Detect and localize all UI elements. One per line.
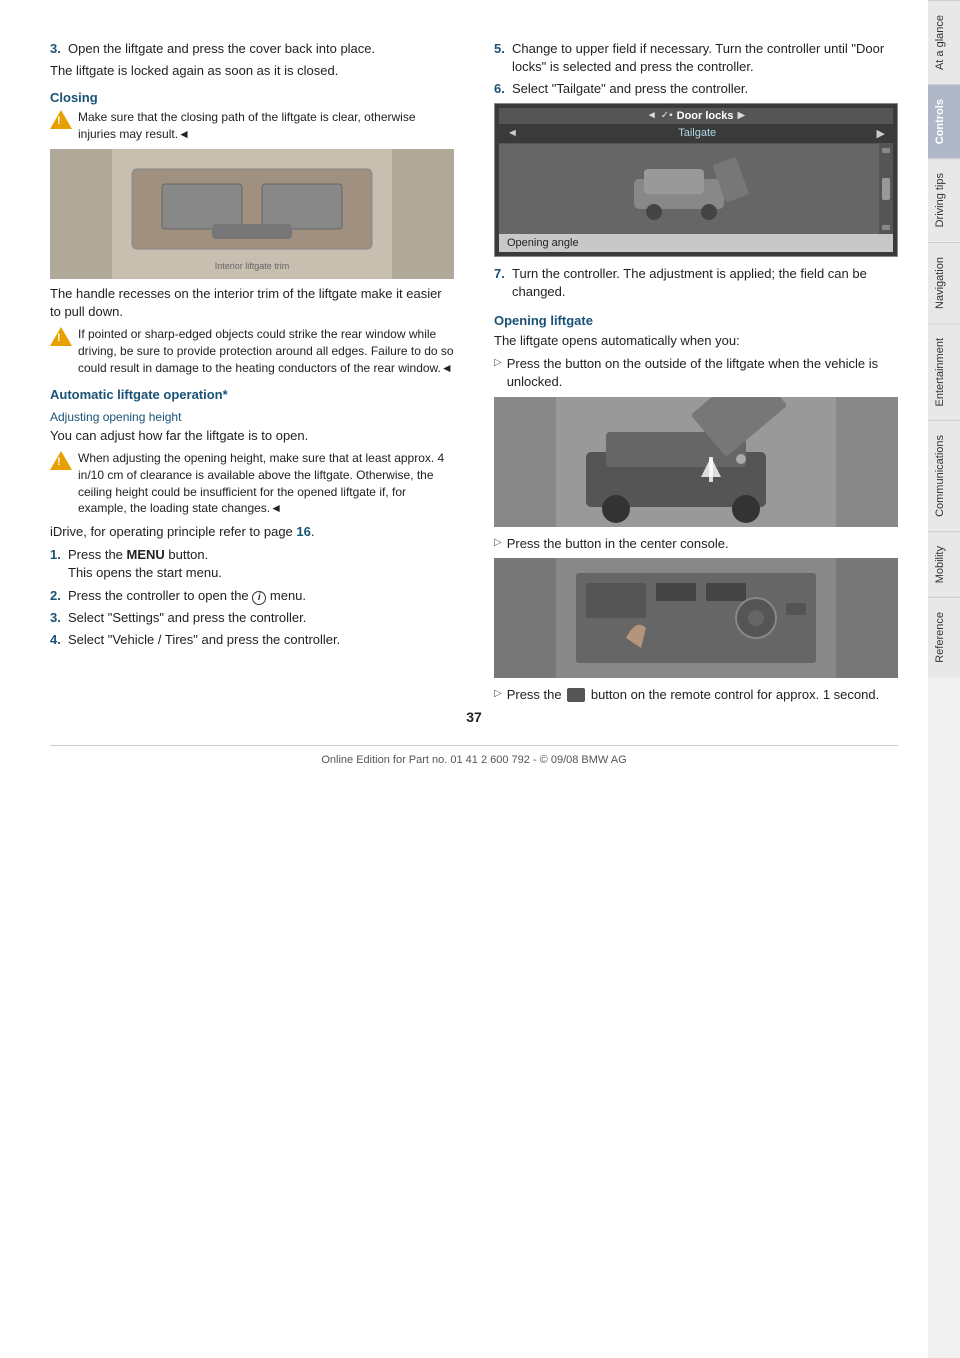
sidebar-tab-driving-tips[interactable]: Driving tips xyxy=(928,158,960,241)
step-3b-number: 3. xyxy=(50,609,68,627)
warning-icon-3 xyxy=(50,451,72,470)
step-5-number: 5. xyxy=(494,40,512,76)
screen-tailgate-arrow-left: ◄ xyxy=(507,127,518,139)
screen-door-locks: Door locks xyxy=(677,110,734,122)
info-icon: i xyxy=(252,591,266,605)
step-4-text: Select "Vehicle / Tires" and press the c… xyxy=(68,631,454,649)
step-7-number: 7. xyxy=(494,265,512,301)
step-2-number: 2. xyxy=(50,587,68,605)
sidebar-tab-entertainment[interactable]: Entertainment xyxy=(928,323,960,420)
left-column: 3. Open the liftgate and press the cover… xyxy=(50,40,464,709)
step-2: 2. Press the controller to open the i me… xyxy=(50,587,454,605)
sidebar-tab-controls[interactable]: Controls xyxy=(928,84,960,158)
step-3b: 3. Select "Settings" and press the contr… xyxy=(50,609,454,627)
center-console-image xyxy=(494,558,898,678)
bullet-2-icon: ▷ xyxy=(494,537,502,548)
bullet-1-icon: ▷ xyxy=(494,357,502,368)
closing-warning-text: Make sure that the closing path of the l… xyxy=(78,109,454,143)
step-3-text: Open the liftgate and press the cover ba… xyxy=(68,40,454,58)
step-5-text: Change to upper field if necessary. Turn… xyxy=(512,40,898,76)
handle-note: The handle recesses on the interior trim… xyxy=(50,285,454,321)
menu-bold: MENU xyxy=(127,547,165,562)
opening-intro: The liftgate opens automatically when yo… xyxy=(494,332,898,350)
step-3: 3. Open the liftgate and press the cover… xyxy=(50,40,454,58)
step-6: 6. Select "Tailgate" and press the contr… xyxy=(494,80,898,98)
sidebar-tab-navigation[interactable]: Navigation xyxy=(928,242,960,323)
screen-tailgate-text: Tailgate xyxy=(522,127,873,139)
closing-warning: Make sure that the closing path of the l… xyxy=(50,109,454,143)
screen-arrow-left: ◄ xyxy=(647,110,657,121)
screen-tailgate-row: ◄ Tailgate ▶ xyxy=(499,124,893,144)
step-1-text: Press the MENU button.This opens the sta… xyxy=(68,546,454,582)
slider-up-arrow xyxy=(882,148,890,153)
sidebar-tab-at-a-glance[interactable]: At a glance xyxy=(928,0,960,84)
screen-slider xyxy=(879,144,893,234)
screen-top-row: ◄ ✓▪ Door locks ▶ xyxy=(499,108,893,124)
liftgate-open-image xyxy=(494,397,898,527)
sharp-warning: If pointed or sharp-edged objects could … xyxy=(50,326,454,376)
adjust-intro: You can adjust how far the liftgate is t… xyxy=(50,427,454,445)
step-1: 1. Press the MENU button.This opens the … xyxy=(50,546,454,582)
page-number: 37 xyxy=(50,709,898,725)
liftgate-interior-image: Interior liftgate trim xyxy=(50,149,454,279)
bullet-1: ▷ Press the button on the outside of the… xyxy=(494,355,898,391)
warning-icon-2 xyxy=(50,327,72,346)
bullet-3: ▷ Press the button on the remote control… xyxy=(494,686,898,704)
bullet-2-text: Press the button in the center console. xyxy=(507,535,898,553)
bullet-3-text: Press the button on the remote control f… xyxy=(507,686,898,704)
step-6-text: Select "Tailgate" and press the controll… xyxy=(512,80,898,98)
main-content: 3. Open the liftgate and press the cover… xyxy=(0,0,928,1358)
screen-display: ◄ ✓▪ Door locks ▶ ◄ Tailgate ▶ xyxy=(494,103,898,257)
screen-opening-angle: Opening angle xyxy=(499,234,893,252)
step-1-sub: This opens the start menu. xyxy=(68,565,222,580)
step-7-text: Turn the controller. The adjustment is a… xyxy=(512,265,898,301)
screen-check-icon: ✓▪ xyxy=(661,110,673,121)
slider-down-arrow xyxy=(882,225,890,230)
sidebar: At a glance Controls Driving tips Naviga… xyxy=(928,0,960,1358)
step-4-number: 4. xyxy=(50,631,68,649)
screen-tailgate-arrow-right: ▶ xyxy=(877,127,885,140)
bullet-2: ▷ Press the button in the center console… xyxy=(494,535,898,553)
idrive-ref: iDrive, for operating principle refer to… xyxy=(50,523,454,541)
sidebar-tab-communications[interactable]: Communications xyxy=(928,420,960,531)
step-5: 5. Change to upper field if necessary. T… xyxy=(494,40,898,76)
idrive-page-link[interactable]: 16 xyxy=(296,524,310,539)
sharp-warning-text: If pointed or sharp-edged objects could … xyxy=(78,326,454,376)
auto-heading: Automatic liftgate operation* xyxy=(50,387,454,402)
height-warning-text: When adjusting the opening height, make … xyxy=(78,450,454,517)
screen-car-container xyxy=(499,144,893,234)
sidebar-tab-reference[interactable]: Reference xyxy=(928,597,960,677)
step-3b-text: Select "Settings" and press the controll… xyxy=(68,609,454,627)
right-column: 5. Change to upper field if necessary. T… xyxy=(484,40,898,709)
liftgate-locked-note: The liftgate is locked again as soon as … xyxy=(50,62,454,80)
remote-control-icon xyxy=(567,688,585,702)
warning-icon-1 xyxy=(50,110,72,129)
screen-arrow-right: ▶ xyxy=(738,110,746,121)
step-7: 7. Turn the controller. The adjustment i… xyxy=(494,265,898,301)
adjusting-heading: Adjusting opening height xyxy=(50,410,454,424)
screen-car-image xyxy=(499,144,879,234)
bullet-1-text: Press the button on the outside of the l… xyxy=(507,355,898,391)
step-1-number: 1. xyxy=(50,546,68,582)
step-4: 4. Select "Vehicle / Tires" and press th… xyxy=(50,631,454,649)
step-2-text: Press the controller to open the i menu. xyxy=(68,587,454,605)
height-warning: When adjusting the opening height, make … xyxy=(50,450,454,517)
step-3-number: 3. xyxy=(50,40,68,58)
footnote: Online Edition for Part no. 01 41 2 600 … xyxy=(50,745,898,766)
sidebar-tab-mobility[interactable]: Mobility xyxy=(928,531,960,597)
slider-thumb xyxy=(882,178,890,200)
closing-heading: Closing xyxy=(50,90,454,105)
svg-text:Interior liftgate trim: Interior liftgate trim xyxy=(215,261,290,271)
opening-liftgate-heading: Opening liftgate xyxy=(494,313,898,328)
step-6-number: 6. xyxy=(494,80,512,98)
bullet-3-icon: ▷ xyxy=(494,688,502,699)
